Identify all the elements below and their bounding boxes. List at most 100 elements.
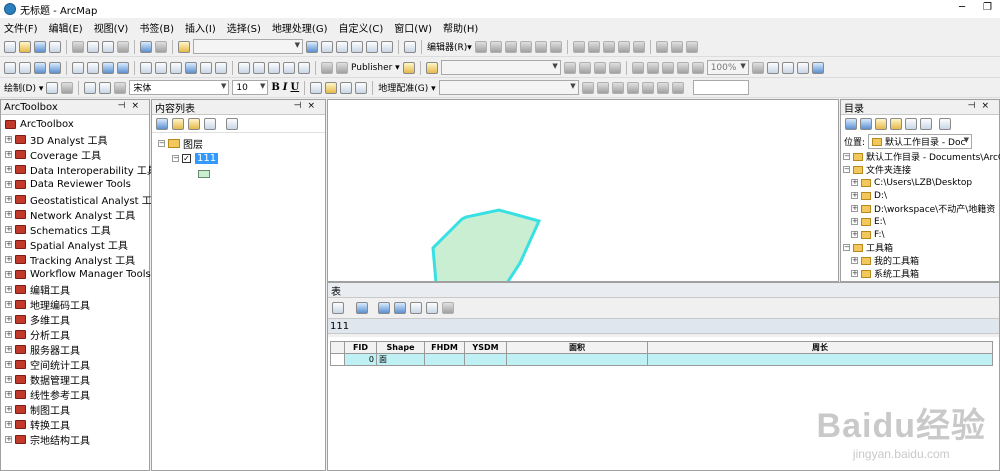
toc-layer-row[interactable]: − ✓ 111 [158,151,325,166]
georef-shift-icon[interactable] [626,81,639,94]
cell-area[interactable] [506,353,648,366]
georef-add-control-points-icon[interactable] [581,81,594,94]
expand-icon[interactable]: + [5,196,12,203]
expand-icon[interactable]: + [5,361,12,368]
collapse-icon[interactable]: − [172,155,179,162]
cell-shape[interactable]: 面 [376,353,425,366]
georef-tool3-icon[interactable] [593,61,606,74]
georef-extra-icon[interactable] [671,81,684,94]
switch-selection-icon[interactable] [394,302,406,314]
clear-table-selection-icon[interactable] [410,302,422,314]
zoom-in-icon[interactable] [4,61,16,74]
menu-help[interactable]: 帮助(H) [443,20,478,35]
menu-insert[interactable]: 插入(I) [185,20,216,35]
full-extent-icon[interactable] [49,61,61,74]
expand-icon[interactable]: + [5,316,12,323]
expand-icon[interactable]: + [5,181,12,188]
expand-icon[interactable]: − [843,244,850,251]
save-icon[interactable] [34,40,46,53]
expand-icon[interactable]: + [5,271,12,278]
toolbox-root[interactable]: ArcToolbox [5,117,149,132]
toolbox-item[interactable]: + Tracking Analyst 工具 [5,252,149,267]
font-color-icon[interactable] [310,81,323,94]
expand-icon[interactable]: + [5,256,12,263]
layer-name[interactable]: 111 [195,153,219,164]
expand-icon[interactable]: + [851,257,858,264]
forward-icon[interactable] [860,118,872,130]
rotate-icon[interactable] [632,40,645,53]
back-icon[interactable] [845,118,857,130]
list-by-visibility-icon[interactable] [188,117,200,130]
menu-file[interactable]: 文件(F) [4,20,38,35]
row-selector[interactable] [330,353,345,366]
menu-windows[interactable]: 窗口(W) [394,20,432,35]
layer-combo[interactable]: ▼ [440,60,561,75]
cut-icon[interactable] [72,40,84,53]
home-icon[interactable] [875,118,887,130]
catalog-item[interactable]: + C:\Users\LZB\Desktop [843,176,999,189]
expand-icon[interactable]: + [851,270,858,277]
cut-polygons-icon[interactable] [602,40,615,53]
cell-fid[interactable]: 0 [344,353,377,366]
measure-icon[interactable] [283,61,295,74]
catalog-item[interactable]: + F:\ [843,228,999,241]
zoom-out-icon[interactable] [19,61,31,74]
column-header-shape[interactable]: Shape [376,341,425,354]
panel-controls[interactable]: ⊣× [118,101,145,111]
table-of-contents-icon[interactable] [321,40,333,53]
editor-menu-button[interactable]: 编辑器(R)▾ [427,40,472,53]
draw-menu-button[interactable]: 绘制(D) ▾ [4,81,43,94]
delete-icon[interactable] [117,40,129,53]
catalog-item[interactable]: − 文件夹连接 [843,163,999,176]
menu-view[interactable]: 视图(V) [94,20,129,35]
menu-selection[interactable]: 选择(S) [227,20,261,35]
expand-icon[interactable]: + [5,301,12,308]
end-point-arc-icon[interactable] [519,40,532,53]
catalog-view-icon[interactable] [939,118,951,130]
copy-icon[interactable] [87,40,99,53]
expand-icon[interactable]: + [5,241,12,248]
italic-button[interactable]: I [283,82,288,93]
reshape-icon[interactable] [587,40,600,53]
georef-view-link-table-icon[interactable] [596,81,609,94]
new-document-icon[interactable] [4,40,16,53]
expand-icon[interactable]: + [5,346,12,353]
toolbox-item[interactable]: + 地理编码工具 [5,297,149,312]
undo-icon[interactable] [140,40,152,53]
georef-tool2-icon[interactable] [578,61,591,74]
html-popup-icon[interactable] [215,61,227,74]
toolbox-item[interactable]: + Schematics 工具 [5,222,149,237]
edit-vertices-draw-icon[interactable] [114,81,127,94]
layout-pan-icon[interactable] [661,61,674,74]
create-features-icon[interactable] [685,40,698,53]
menu-customize[interactable]: 自定义(C) [339,20,384,35]
layer-symbol-row[interactable] [158,166,325,181]
list-by-selection-icon[interactable] [204,117,216,130]
editor-toolbar-icon[interactable] [306,40,318,53]
map-canvas[interactable] [328,100,839,282]
cell-fhdm[interactable] [424,353,465,366]
expand-icon[interactable]: + [5,166,12,173]
georef-rotate-icon[interactable] [611,81,624,94]
layout-extra-icon[interactable] [811,61,824,74]
trace-icon[interactable] [534,40,547,53]
expand-icon[interactable]: + [851,192,858,199]
menu-edit[interactable]: 编辑(E) [49,20,83,35]
layout-zoom-out-icon[interactable] [646,61,659,74]
expand-icon[interactable]: + [851,205,858,212]
georef-scale-icon[interactable] [641,81,654,94]
catalog-item[interactable]: + 我的工具箱 [843,254,999,267]
redo-icon[interactable] [155,40,167,53]
toolbox-item[interactable]: + 线性参考工具 [5,387,149,402]
catalog-item[interactable]: + E:\ [843,215,999,228]
expand-icon[interactable]: + [5,391,12,398]
toolbox-item[interactable]: + Data Interoperability 工具 [5,162,157,177]
go-forward-icon[interactable] [117,61,129,74]
toolbox-item[interactable]: + Data Reviewer Tools [5,177,149,192]
open-folder-icon[interactable] [19,40,31,53]
map-polygon-feature[interactable] [431,208,542,282]
catalog-item[interactable]: − 工具箱 [843,241,999,254]
georef-tool4-icon[interactable] [608,61,621,74]
split-icon[interactable] [617,40,630,53]
create-viewer-window-icon[interactable] [321,61,333,74]
